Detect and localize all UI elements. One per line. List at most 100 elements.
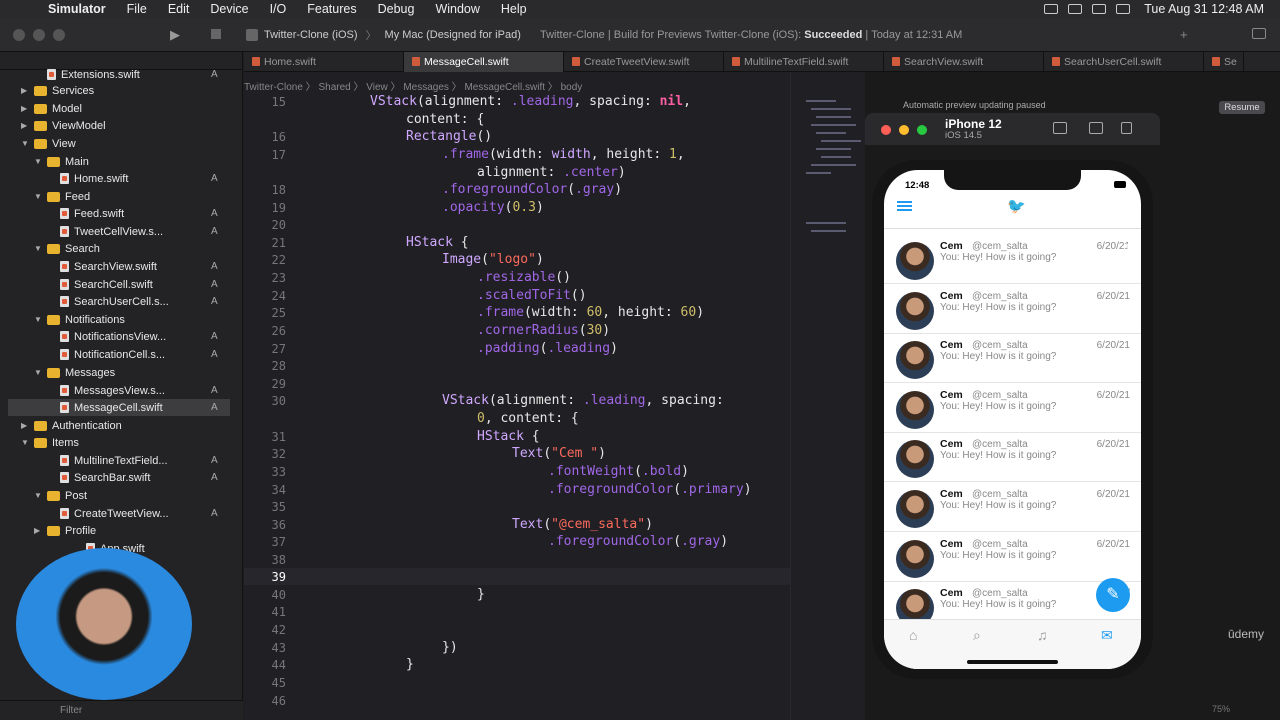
- file-item[interactable]: Feed.swift A: [8, 205, 230, 222]
- disclosure-chevron-icon[interactable]: ▶: [21, 104, 31, 113]
- code-line-33[interactable]: .fontWeight(.bold): [548, 464, 689, 479]
- message-row[interactable]: Cem @cem_salta 6/20/21 You: Hey! How is it …: [884, 284, 1141, 334]
- add-icon[interactable]: +: [1180, 27, 1188, 42]
- disclosure-chevron-icon[interactable]: ▶: [21, 86, 31, 95]
- code-line-23[interactable]: .resizable(): [477, 270, 571, 285]
- menu-io[interactable]: I/O: [270, 2, 287, 16]
- menu-file[interactable]: File: [127, 2, 147, 16]
- code-line-37[interactable]: .foregroundColor(.gray): [548, 534, 728, 549]
- code-line-19[interactable]: .opacity(0.3): [442, 200, 544, 215]
- code-line-22[interactable]: Image("logo"): [442, 252, 544, 267]
- sim-close-button[interactable]: [881, 125, 891, 135]
- folder-item[interactable]: ▶ Services: [8, 82, 230, 99]
- code-line-25[interactable]: .frame(width: 60, height: 60): [477, 305, 704, 320]
- menu-edit[interactable]: Edit: [168, 2, 190, 16]
- folder-item[interactable]: ▶ Authentication: [8, 417, 230, 434]
- folder-item[interactable]: ▼ Feed: [8, 188, 230, 205]
- message-row[interactable]: Cem @cem_salta 6/20/21 You: Hey! How is it …: [884, 333, 1141, 384]
- inspector-toggle-icon[interactable]: [1252, 28, 1266, 39]
- home-icon[interactable]: ⌂: [909, 627, 917, 643]
- menu-help[interactable]: Help: [501, 2, 527, 16]
- code-line-36[interactable]: Text("@cem_salta"): [512, 517, 653, 532]
- disclosure-chevron-icon[interactable]: ▶: [21, 121, 31, 130]
- file-item[interactable]: SearchView.swift A: [8, 258, 230, 275]
- hamburger-menu-icon[interactable]: [897, 201, 912, 211]
- tab-multilinetextfield-swift[interactable]: MultilineTextField.swift: [724, 52, 884, 72]
- file-item[interactable]: NotificationCell.s... A: [8, 346, 230, 363]
- disclosure-chevron-icon[interactable]: ▼: [21, 139, 31, 148]
- tab-searchusercell-swift[interactable]: SearchUserCell.swift: [1044, 52, 1204, 72]
- bell-icon[interactable]: ♫: [1037, 627, 1048, 643]
- folder-item[interactable]: ▶ ViewModel: [8, 117, 230, 134]
- home-button-icon[interactable]: [1089, 122, 1103, 134]
- folder-item[interactable]: ▼ Main: [8, 153, 230, 170]
- menu-debug[interactable]: Debug: [378, 2, 415, 16]
- folder-item[interactable]: ▼ View: [8, 135, 230, 152]
- battery-icon[interactable]: [1068, 4, 1083, 14]
- folder-item[interactable]: ▼ Search: [8, 240, 230, 257]
- tab-messagecell-swift[interactable]: MessageCell.swift: [404, 52, 564, 72]
- disclosure-chevron-icon[interactable]: ▶: [21, 421, 31, 430]
- message-row[interactable]: Cem @cem_salta 6/20/21 You: Hey! How is it …: [884, 432, 1141, 483]
- rotate-icon[interactable]: [1121, 122, 1132, 134]
- search-icon[interactable]: [1092, 4, 1107, 14]
- code-line-17b[interactable]: alignment: .center): [477, 165, 626, 180]
- code-line-18[interactable]: .foregroundColor(.gray): [442, 182, 622, 197]
- tab-overflow[interactable]: Se: [1204, 52, 1244, 72]
- code-line-43[interactable]: }): [442, 640, 458, 655]
- minimize-window-button[interactable]: [33, 29, 45, 41]
- close-window-button[interactable]: [13, 29, 25, 41]
- code-line-30[interactable]: VStack(alignment: .leading, spacing:: [442, 393, 724, 408]
- disclosure-chevron-icon[interactable]: ▼: [34, 368, 44, 377]
- file-item[interactable]: MessageCell.swift A: [8, 399, 230, 416]
- code-line-16[interactable]: Rectangle(): [406, 129, 492, 144]
- compose-button[interactable]: ✎: [1096, 578, 1130, 612]
- code-line-15b[interactable]: content: {: [406, 112, 484, 127]
- filter-field[interactable]: Filter: [0, 700, 243, 720]
- disclosure-chevron-icon[interactable]: ▼: [21, 438, 31, 447]
- file-item[interactable]: MultilineTextField... A: [8, 452, 230, 469]
- control-center-icon[interactable]: [1116, 4, 1131, 14]
- code-line-44[interactable]: }: [406, 657, 414, 672]
- disclosure-chevron-icon[interactable]: ▼: [34, 192, 44, 201]
- wifi-icon[interactable]: [1044, 4, 1059, 14]
- code-line-21[interactable]: HStack {: [406, 235, 469, 250]
- code-line-30b[interactable]: 0, content: {: [477, 411, 579, 426]
- file-item[interactable]: CreateTweetView... A: [8, 505, 230, 522]
- disclosure-chevron-icon[interactable]: ▼: [34, 157, 44, 166]
- disclosure-chevron-icon[interactable]: ▼: [34, 491, 44, 500]
- menu-device[interactable]: Device: [210, 2, 248, 16]
- sim-minimize-button[interactable]: [899, 125, 909, 135]
- menu-features[interactable]: Features: [307, 2, 356, 16]
- scheme-selector[interactable]: Twitter-Clone (iOS) 〉 My Mac (Designed f…: [246, 26, 521, 44]
- minimap[interactable]: [790, 72, 865, 720]
- folder-item[interactable]: ▶ Profile: [8, 522, 230, 539]
- run-icon[interactable]: ▶: [170, 27, 180, 43]
- disclosure-chevron-icon[interactable]: ▶: [34, 526, 44, 535]
- code-line-40[interactable]: }: [477, 587, 485, 602]
- code-line-24[interactable]: .scaledToFit(): [477, 288, 587, 303]
- message-row[interactable]: Cem @cem_salta 6/20/21 You: Hey! How is it …: [884, 383, 1141, 433]
- canvas-zoom-level[interactable]: 75%: [1212, 704, 1230, 714]
- menu-app[interactable]: Simulator: [48, 2, 106, 16]
- code-line-15[interactable]: VStack(alignment: .leading, spacing: nil…: [370, 94, 691, 109]
- zoom-window-button[interactable]: [53, 29, 65, 41]
- code-line-17[interactable]: .frame(width: width, height: 1,: [442, 147, 685, 162]
- folder-item[interactable]: ▼ Messages: [8, 364, 230, 381]
- file-item[interactable]: MessagesView.s... A: [8, 382, 230, 399]
- file-item[interactable]: SearchCell.swift A: [8, 276, 230, 293]
- code-line-26[interactable]: .cornerRadius(30): [477, 323, 610, 338]
- tab-createtweetview-swift[interactable]: CreateTweetView.swift: [564, 52, 724, 72]
- jump-bar[interactable]: Twitter-Clone 〉 Shared 〉 View 〉 Messages…: [244, 78, 582, 93]
- code-line-34[interactable]: .foregroundColor(.primary): [548, 482, 752, 497]
- disclosure-chevron-icon[interactable]: ▼: [34, 315, 44, 324]
- message-row[interactable]: Cem @cem_salta 6/20/21 You: Hey! How is it …: [884, 234, 1141, 284]
- folder-item[interactable]: ▼ Post: [8, 487, 230, 504]
- mail-icon[interactable]: ✉: [1101, 627, 1113, 644]
- disclosure-chevron-icon[interactable]: ▼: [34, 244, 44, 253]
- sim-zoom-button[interactable]: [917, 125, 927, 135]
- code-line-31[interactable]: HStack {: [477, 429, 540, 444]
- menu-window[interactable]: Window: [435, 2, 479, 16]
- search-icon[interactable]: ⌕: [973, 627, 981, 644]
- file-item[interactable]: NotificationsView... A: [8, 328, 230, 345]
